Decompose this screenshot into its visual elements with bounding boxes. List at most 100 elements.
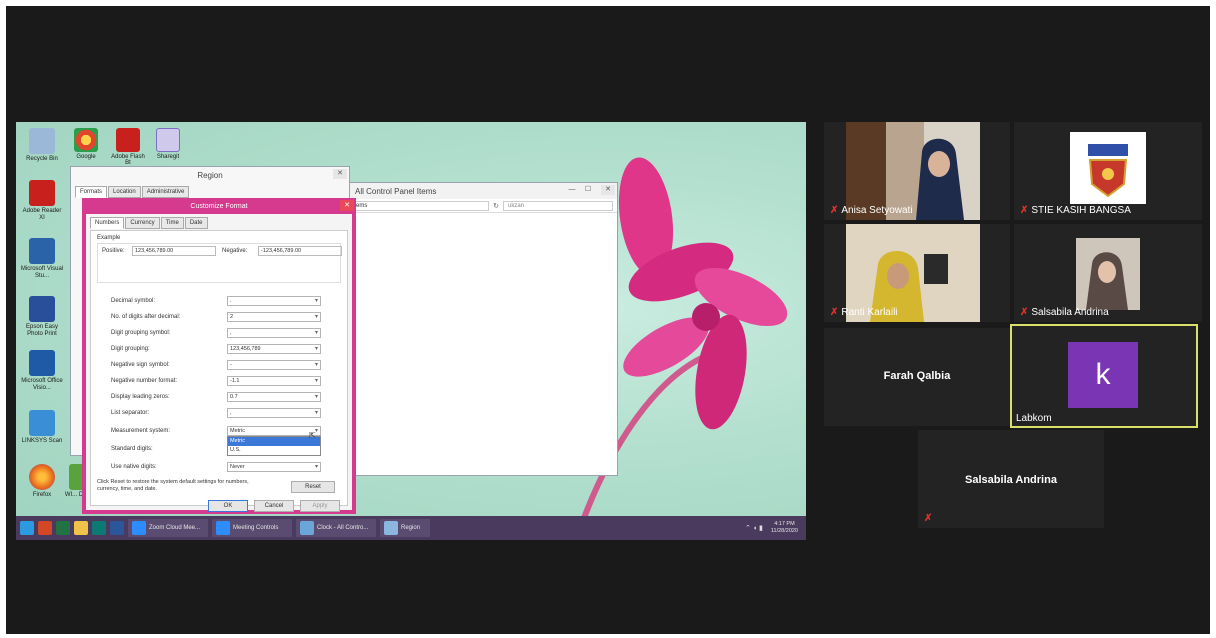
apply-button[interactable]: Apply bbox=[300, 500, 340, 512]
negative-number-format-field[interactable]: Negative number format: -1.1 ▾ bbox=[111, 375, 321, 386]
tab-time[interactable]: Time bbox=[160, 217, 184, 229]
recycle-bin-icon bbox=[29, 128, 55, 154]
muted-mic-icon: ✗ bbox=[830, 307, 839, 318]
native-digits-field[interactable]: Use native digits: Never ▾ bbox=[111, 461, 321, 472]
tab-location[interactable]: Location bbox=[108, 186, 141, 198]
desktop-icon-visio[interactable]: Microsoft Office Visio... bbox=[20, 350, 64, 392]
search-input[interactable]: ukzan bbox=[503, 200, 613, 211]
powerpoint-icon bbox=[38, 521, 52, 535]
taskbar-task-zoom[interactable]: Zoom Cloud Mee... bbox=[128, 519, 208, 537]
globe-icon bbox=[384, 521, 398, 535]
tab-numbers[interactable]: Numbers bbox=[90, 217, 125, 229]
negative-sign-symbol-field[interactable]: Negative sign symbol: - ▾ bbox=[111, 359, 321, 370]
close-button[interactable]: ✕ bbox=[340, 200, 354, 211]
network-icon[interactable]: ⌃ ◖ ▮ bbox=[745, 524, 763, 532]
address-bar[interactable]: ems bbox=[351, 200, 490, 211]
dropdown-option-us[interactable]: U.S. bbox=[228, 446, 320, 455]
example-label: Example bbox=[97, 235, 121, 241]
list-separator-field[interactable]: List separator: , ▾ bbox=[111, 407, 321, 418]
digits-after-decimal-field[interactable]: No. of digits after decimal: 2 ▾ bbox=[111, 311, 321, 322]
dropdown-option-metric[interactable]: Metric bbox=[228, 437, 320, 446]
desktop-icon-adobe-reader[interactable]: Adobe Reader XI bbox=[20, 180, 64, 222]
linksys-icon bbox=[29, 410, 55, 436]
example-box: Positive: 123,456,789.00 Negative: -123,… bbox=[97, 243, 342, 283]
desktop-icon-firefox[interactable]: Firefox bbox=[20, 464, 64, 499]
digit-grouping-symbol-field[interactable]: Digit grouping symbol: , ▾ bbox=[111, 327, 321, 338]
control-panel-window[interactable]: All Control Panel Items — ☐ ✕ ems ↻ ukza… bbox=[346, 182, 618, 476]
standard-digits-field: Standard digits: bbox=[111, 445, 153, 452]
desktop-icon-linksys[interactable]: LINKSYS Scan bbox=[20, 410, 64, 445]
zoom-icon bbox=[132, 521, 146, 535]
participant-name: ✗ STIE KASIH BANGSA bbox=[1020, 205, 1131, 216]
windows-logo-icon bbox=[20, 521, 34, 535]
folder-icon bbox=[74, 521, 88, 535]
control-panel-title: All Control Panel Items bbox=[355, 186, 437, 196]
system-tray: ⌃ ◖ ▮ 4:17 PM 11/28/2020 bbox=[745, 521, 798, 535]
decimal-symbol-field[interactable]: Decimal symbol: . ▾ bbox=[111, 295, 321, 306]
desktop-icon-adobe-flash[interactable]: Adobe Flash Bt bbox=[108, 128, 148, 166]
desktop-icon-epson[interactable]: Epson Easy Photo Print bbox=[20, 296, 64, 338]
publisher-icon bbox=[92, 521, 106, 535]
tab-currency[interactable]: Currency bbox=[125, 217, 160, 229]
customize-format-dialog[interactable]: Customize Format ✕ Numbers Currency Time… bbox=[82, 198, 356, 514]
tab-formats[interactable]: Formats bbox=[75, 186, 108, 198]
taskbar-explorer[interactable] bbox=[74, 519, 88, 537]
chevron-down-icon: ▾ bbox=[314, 314, 318, 320]
chevron-down-icon: ▾ bbox=[314, 346, 318, 352]
participant-tile-ranti[interactable]: ✗ Ranti Karlaili bbox=[824, 224, 1010, 322]
participant-tile-labkom-active-speaker[interactable]: k Labkom bbox=[1010, 324, 1198, 428]
measurement-system-field[interactable]: Measurement system: Metric ▾ bbox=[111, 425, 321, 436]
tab-administrative[interactable]: Administrative bbox=[141, 186, 190, 198]
maximize-icon[interactable]: ☐ bbox=[581, 185, 595, 195]
taskbar-task-meeting-controls[interactable]: Meeting Controls bbox=[212, 519, 292, 537]
taskbar-task-region[interactable]: Region bbox=[380, 519, 430, 537]
taskbar-task-control-panel[interactable]: Clock - All Contro... bbox=[296, 519, 376, 537]
adobe-icon bbox=[116, 128, 140, 152]
close-icon[interactable]: ✕ bbox=[601, 185, 615, 195]
participant-tile-anisa[interactable]: ✗ Anisa Setyowati bbox=[824, 122, 1010, 220]
epson-icon bbox=[29, 296, 55, 322]
negative-value: -123,456,789.00 bbox=[258, 246, 342, 256]
dialog-title: Customize Format bbox=[190, 202, 248, 210]
tab-date[interactable]: Date bbox=[184, 217, 208, 229]
refresh-icon[interactable]: ↻ bbox=[493, 202, 499, 210]
taskbar-excel[interactable] bbox=[56, 519, 70, 537]
control-panel-icon bbox=[300, 521, 314, 535]
taskbar-word[interactable] bbox=[110, 519, 124, 537]
chrome-icon bbox=[74, 128, 98, 152]
chevron-down-icon: ▾ bbox=[314, 362, 318, 368]
participant-tile-salsabila[interactable]: Salsabila Andrina ✗ bbox=[918, 430, 1104, 528]
ok-button[interactable]: OK bbox=[208, 500, 248, 512]
participant-tile-salsabila-video[interactable]: ✗ Salsabila Andrina bbox=[1014, 224, 1202, 322]
visio-icon bbox=[29, 350, 55, 376]
chevron-down-icon: ▾ bbox=[314, 410, 318, 416]
leading-zeros-field[interactable]: Display leading zeros: 0.7 ▾ bbox=[111, 391, 321, 402]
minimize-icon[interactable]: — bbox=[565, 185, 579, 195]
measurement-dropdown-list: Metric U.S. bbox=[227, 436, 321, 456]
desktop-icon-visual-studio[interactable]: Microsoft Visual Stu... bbox=[20, 238, 64, 280]
chevron-down-icon: ▾ bbox=[314, 378, 318, 384]
muted-mic-icon: ✗ bbox=[1020, 205, 1029, 216]
desktop-icon-recycle-bin[interactable]: Recycle Bin bbox=[20, 128, 64, 163]
visual-studio-icon bbox=[29, 238, 55, 264]
sharegit-icon bbox=[156, 128, 180, 152]
desktop-icon-sharegit[interactable]: Sharegit bbox=[148, 128, 188, 160]
participant-name: Farah Qalbia bbox=[883, 370, 951, 382]
desktop-icon-chrome[interactable]: Google bbox=[66, 128, 106, 160]
chevron-down-icon: ▾ bbox=[314, 330, 318, 336]
digit-grouping-field[interactable]: Digit grouping: 123,456,789 ▾ bbox=[111, 343, 321, 354]
cancel-button[interactable]: Cancel bbox=[254, 500, 294, 512]
windows-taskbar: Zoom Cloud Mee... Meeting Controls Clock… bbox=[16, 516, 806, 540]
positive-value: 123,456,789.00 bbox=[132, 246, 216, 256]
taskbar-publisher[interactable] bbox=[92, 519, 106, 537]
reset-button[interactable]: Reset bbox=[291, 481, 335, 493]
participant-tile-stie[interactable]: ✗ STIE KASIH BANGSA bbox=[1014, 122, 1202, 220]
chevron-down-icon: ▾ bbox=[314, 298, 318, 304]
clock[interactable]: 4:17 PM 11/28/2020 bbox=[771, 521, 798, 535]
participant-tile-farah[interactable]: Farah Qalbia bbox=[824, 328, 1010, 426]
taskbar-powerpoint[interactable] bbox=[38, 519, 52, 537]
muted-mic-icon: ✗ bbox=[924, 513, 933, 524]
reset-description: Click Reset to restore the system defaul… bbox=[97, 479, 249, 492]
start-button[interactable] bbox=[20, 519, 34, 537]
close-icon[interactable]: ✕ bbox=[333, 169, 347, 179]
